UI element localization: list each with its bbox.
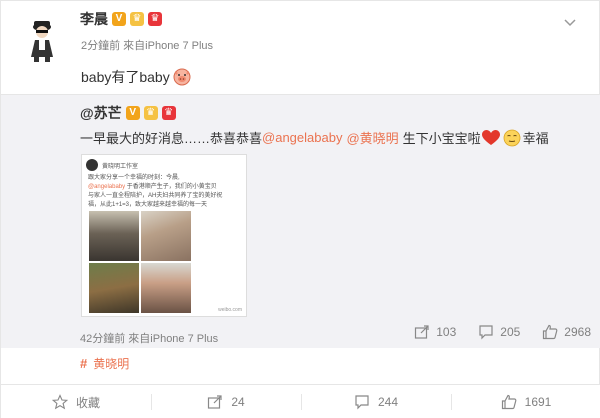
photo-couple-selfie — [140, 210, 192, 262]
weibo-post-card: 李晨 V ♛ ♛ 2分鐘前 來自iPhone 7 Plus baby有了baby… — [0, 0, 600, 418]
photo-family-indoor — [88, 210, 140, 262]
embedded-image[interactable]: 黄晓明工作室 跟大家分享一个幸福的时刻：今晨, @angelababy 于香港顺… — [81, 154, 247, 317]
favorite-button[interactable]: 收藏 — [1, 385, 151, 418]
repost-share-count: 103 — [436, 325, 457, 339]
mention-angelababy[interactable]: @angelababy — [262, 130, 342, 145]
embedded-text: 跟大家分享一个幸福的时刻：今晨, @angelababy 于香港顺产生子，我们的… — [88, 174, 240, 210]
embedded-line-c: 与家人一直全程陪护，AH夫妇共同养了宝的美好祝 — [88, 193, 223, 199]
repost-meta: 42分鐘前 來自iPhone 7 Plus — [80, 333, 219, 345]
comment-icon — [479, 325, 493, 340]
repost-action-bar: 103 205 2968 — [392, 324, 591, 340]
comment-count: 244 — [377, 395, 399, 409]
reposted-weibo: @苏芒 V ♛ ♛ 一早最大的好消息……恭喜恭喜 @angelababy @黄晓… — [1, 94, 600, 348]
repost-like-button[interactable]: 2968 — [542, 324, 591, 340]
photo-couple-outdoor — [88, 262, 140, 314]
vip-crown-icon[interactable]: ♛ — [130, 12, 144, 26]
verified-badge-icon[interactable]: V — [112, 12, 126, 26]
favorite-label: 收藏 — [75, 395, 100, 410]
studio-logo-icon — [86, 159, 98, 171]
topic-tag[interactable]: # 黄晓明 — [80, 355, 129, 372]
like-button[interactable]: 1691 — [451, 385, 600, 418]
repost-share-button[interactable]: 103 — [414, 324, 456, 340]
pig-emoji-icon — [173, 68, 191, 86]
repost-author-row: @苏芒 V ♛ ♛ — [80, 103, 176, 123]
repost-text: 一早最大的好消息……恭喜恭喜 @angelababy @黄晓明 生下小宝宝啦 幸… — [80, 128, 549, 147]
heart-emoji-icon — [481, 129, 500, 145]
embedded-line-b: 于香港顺产生子，我们的小黄宝贝 — [126, 184, 217, 190]
share-icon — [415, 325, 429, 339]
mention-huangxiaoming[interactable]: @黄晓明 — [346, 128, 398, 147]
share-icon — [208, 395, 222, 409]
watermark: weibo.com — [218, 307, 242, 313]
thumbs-up-icon — [543, 324, 558, 340]
repost-author-name[interactable]: @苏芒 — [80, 103, 122, 123]
repost-text-end: 幸福 — [522, 131, 549, 146]
repost-text-before: 一早最大的好消息……恭喜恭喜 — [80, 131, 263, 146]
repost-count: 24 — [231, 395, 245, 409]
post-meta: 2分鐘前 來自iPhone 7 Plus — [81, 40, 214, 52]
author-name-row: 李晨 V ♛ ♛ — [80, 9, 162, 29]
chevron-down-icon[interactable] — [563, 15, 577, 29]
thumbs-up-icon — [501, 394, 517, 410]
member-badge-icon[interactable]: ♛ — [148, 12, 162, 26]
vip-crown-icon[interactable]: ♛ — [143, 106, 158, 120]
repost-comment-count: 205 — [500, 325, 521, 339]
like-count: 1691 — [524, 395, 552, 409]
embedded-mention: @angelababy — [88, 184, 126, 190]
post-text-row: baby有了baby — [81, 67, 192, 87]
comment-icon — [355, 395, 369, 410]
photo-couple-beach — [140, 262, 192, 314]
embedded-account-name: 黄晓明工作室 — [102, 163, 139, 170]
embedded-line-d: 福，从此1+1=3，致大家越来越幸福的每一天 — [88, 202, 208, 208]
content-face-emoji-icon — [503, 129, 521, 146]
post-action-bar: 收藏 24 244 1691 — [1, 384, 600, 418]
author-name[interactable]: 李晨 — [80, 9, 108, 29]
star-icon — [51, 394, 68, 410]
embedded-line-a: 跟大家分享一个幸福的时刻：今晨, — [88, 175, 180, 181]
embedded-header: 黄晓明工作室 — [86, 159, 138, 171]
author-avatar[interactable] — [17, 13, 67, 63]
repost-text-after: 生下小宝宝啦 — [402, 131, 481, 146]
repost-button[interactable]: 24 — [151, 385, 301, 418]
comment-button[interactable]: 244 — [301, 385, 451, 418]
hashtag-icon: # — [80, 356, 88, 371]
repost-like-count: 2968 — [564, 325, 591, 339]
repost-comment-button[interactable]: 205 — [478, 324, 520, 340]
member-badge-icon[interactable]: ♛ — [161, 106, 176, 120]
topic-label: 黄晓明 — [93, 357, 130, 371]
post-text: baby有了baby — [81, 69, 170, 85]
verified-badge-icon[interactable]: V — [125, 106, 140, 120]
